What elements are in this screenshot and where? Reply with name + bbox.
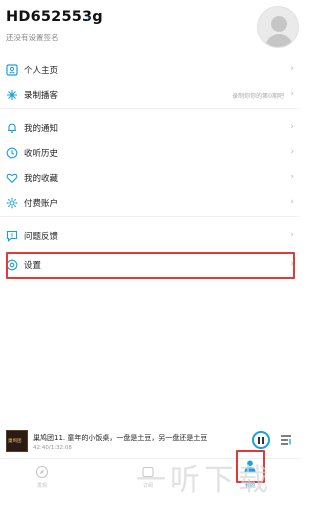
menu-item-feedback[interactable]: 问题反馈 › <box>0 224 300 249</box>
chevron-right-icon: › <box>290 230 294 240</box>
gear-icon <box>6 197 18 209</box>
divider <box>0 108 300 116</box>
chevron-right-icon: › <box>290 197 294 207</box>
tab-discover[interactable]: 发现 <box>12 459 72 507</box>
avatar[interactable] <box>257 6 299 48</box>
playlist-icon[interactable] <box>279 433 293 447</box>
compass-icon <box>35 465 49 479</box>
settings-highlight-box <box>6 252 295 279</box>
chevron-right-icon: › <box>290 89 294 99</box>
profile-signature[interactable]: 还没有设置签名 <box>6 32 59 43</box>
pause-icon <box>262 437 264 444</box>
menu-item-profile-page[interactable]: 个人主页 › <box>0 58 300 83</box>
track-title[interactable]: 巢鸠团11. 童年的小饭桌，一盘是土豆，另一盘还是土豆 <box>33 433 207 443</box>
clock-icon <box>6 147 18 159</box>
track-time: 42:40/1:32:08 <box>33 445 72 451</box>
record-hint: 录制你你的第0期吧 <box>232 93 284 100</box>
menu-item-label: 录制播客 <box>24 91 59 101</box>
menu-item-label: 我的通知 <box>24 124 59 134</box>
chevron-right-icon: › <box>290 122 294 132</box>
divider <box>0 216 300 224</box>
bell-icon <box>8 123 16 134</box>
feedback-icon <box>6 230 18 242</box>
menu-item-record-podcast[interactable]: 录制播客 录制你你的第0期吧 › <box>0 83 300 108</box>
chevron-right-icon: › <box>290 172 294 182</box>
menu-item-label: 问题反馈 <box>24 232 59 242</box>
chevron-right-icon[interactable]: › <box>86 11 90 24</box>
pause-icon <box>258 437 260 444</box>
sparkle-icon <box>7 90 17 100</box>
menu-item-favorites[interactable]: 我的收藏 › <box>0 166 300 191</box>
profile-header: HD652553g › 还没有设置签名 <box>0 0 300 56</box>
cover-text: 巢鸠团 <box>8 439 22 444</box>
menu-item-label: 个人主页 <box>24 66 59 76</box>
watermark-logo: 一听下载 <box>136 463 272 498</box>
pause-button[interactable] <box>252 431 270 449</box>
album-cover[interactable]: 巢鸠团 <box>6 430 28 452</box>
menu-item-paid-account[interactable]: 付费账户 › <box>0 191 300 216</box>
menu-item-label: 我的收藏 <box>24 174 59 184</box>
user-card-icon <box>6 64 18 76</box>
menu-list: 个人主页 › 录制播客 录制你你的第0期吧 › 我的通知 › 收听历史 › 我的… <box>0 58 300 278</box>
chevron-right-icon: › <box>290 64 294 74</box>
menu-item-label: 收听历史 <box>24 149 59 159</box>
tab-label: 发现 <box>36 483 47 489</box>
chevron-right-icon: › <box>290 147 294 157</box>
menu-item-label: 付费账户 <box>24 199 59 209</box>
avatar-body <box>265 34 293 47</box>
menu-item-notifications[interactable]: 我的通知 › <box>0 116 300 141</box>
menu-item-history[interactable]: 收听历史 › <box>0 141 300 166</box>
heart-icon <box>6 173 18 184</box>
avatar-head <box>271 16 287 32</box>
